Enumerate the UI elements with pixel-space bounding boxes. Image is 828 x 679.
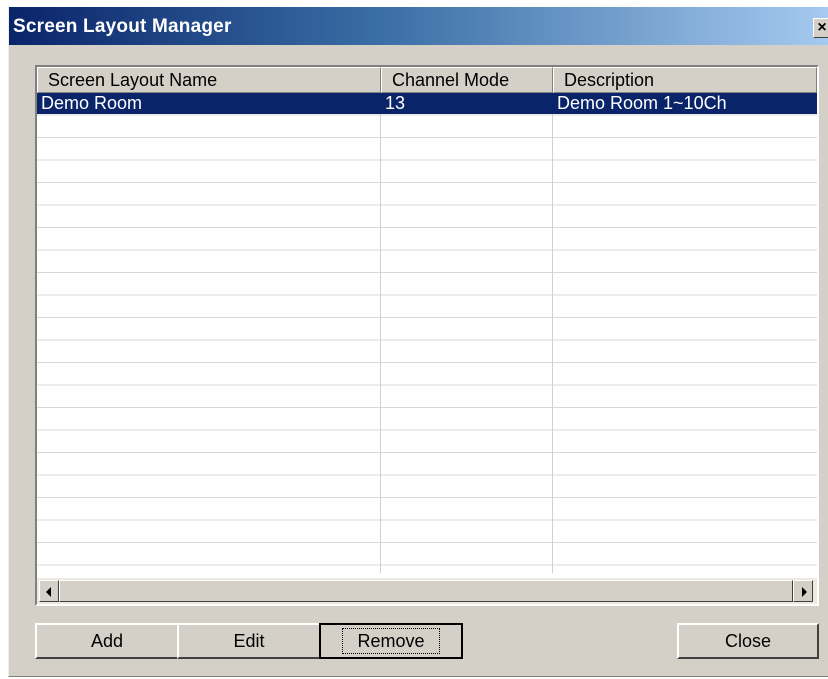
close-button-label: Close: [724, 631, 772, 651]
scrollbar-thumb[interactable]: [59, 580, 793, 602]
scroll-right-button[interactable]: [793, 580, 813, 602]
cell-layout-name: Demo Room: [41, 93, 143, 113]
column-header-layout-name[interactable]: Screen Layout Name: [37, 67, 381, 93]
add-button-label: Add: [90, 631, 124, 651]
remove-button[interactable]: Remove: [319, 623, 463, 659]
column-divider: [552, 93, 553, 573]
screen-layout-manager-dialog: Screen Layout Manager × Screen Layout Na…: [8, 7, 828, 677]
edit-button-label: Edit: [233, 631, 265, 651]
column-header-description[interactable]: Description: [553, 67, 817, 93]
column-divider: [380, 93, 381, 573]
list-body: Demo Room 13 Demo Room 1~10Ch: [37, 93, 817, 573]
scroll-left-button[interactable]: [39, 580, 59, 602]
arrow-right-icon: [802, 587, 807, 597]
arrow-left-icon: [46, 587, 51, 597]
add-button[interactable]: Add: [35, 623, 179, 659]
layout-list[interactable]: Screen Layout Name Channel Mode Descript…: [35, 65, 819, 606]
title-bar[interactable]: Screen Layout Manager ×: [9, 7, 828, 45]
horizontal-scrollbar[interactable]: [37, 578, 817, 604]
list-header: Screen Layout Name Channel Mode Descript…: [37, 67, 817, 93]
edit-button[interactable]: Edit: [177, 623, 321, 659]
close-button[interactable]: Close: [677, 623, 819, 659]
column-header-channel-mode[interactable]: Channel Mode: [381, 67, 553, 93]
cell-channel-mode: 13: [385, 93, 406, 113]
table-row[interactable]: Demo Room 13 Demo Room 1~10Ch: [37, 93, 817, 114]
close-icon[interactable]: ×: [813, 18, 828, 38]
remove-button-label: Remove: [342, 628, 440, 654]
window-title: Screen Layout Manager: [13, 16, 232, 37]
cell-description: Demo Room 1~10Ch: [557, 93, 727, 113]
